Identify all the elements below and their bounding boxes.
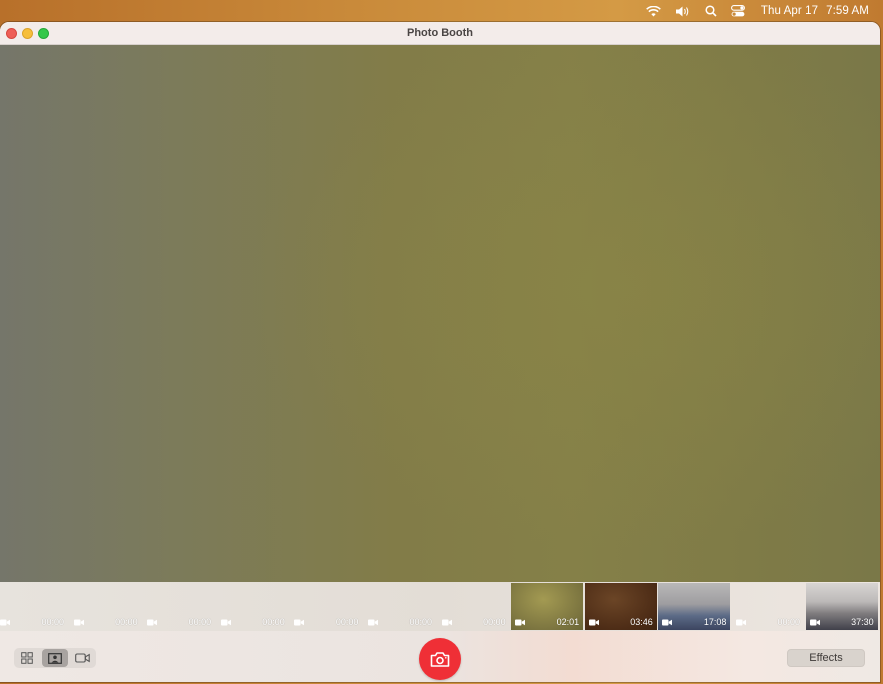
- video-view-button[interactable]: [69, 648, 96, 668]
- thumbnail-duration: 00:00: [115, 617, 138, 627]
- video-icon: [294, 619, 305, 626]
- strip-thumbnail[interactable]: 00:00: [438, 583, 510, 630]
- thumbnail-duration: 17:08: [703, 617, 727, 627]
- strip-thumbnail[interactable]: 00:00: [290, 583, 362, 630]
- video-icon: [809, 619, 820, 626]
- take-photo-button[interactable]: [419, 638, 461, 680]
- photo-view-button[interactable]: [41, 649, 69, 667]
- grid-icon: [21, 652, 34, 664]
- strip-thumbnail[interactable]: 37:30: [805, 583, 878, 630]
- strip-thumbnail[interactable]: 00:00: [364, 583, 436, 630]
- photo-booth-window: Photo Booth 00:00 00:00 00:00 00:00 00:00 00:…: [0, 22, 880, 682]
- menubar-date: Thu Apr 17: [760, 5, 819, 17]
- title-bar: Photo Booth: [0, 22, 880, 45]
- video-icon: [736, 619, 746, 626]
- video-icon: [73, 619, 84, 626]
- effects-button[interactable]: Effects: [787, 649, 865, 667]
- thumbnail-duration: 00:00: [262, 617, 285, 627]
- video-icon: [515, 619, 526, 626]
- video-icon: [368, 619, 378, 626]
- search-icon[interactable]: [705, 0, 717, 22]
- bottom-toolbar: Effects: [0, 631, 880, 682]
- menu-bar: Thu Apr 17 7:59 AM: [0, 0, 883, 22]
- camera-preview: [0, 45, 880, 582]
- strip-thumbnail[interactable]: 00:00: [143, 583, 215, 630]
- thumbnail-duration: 02:01: [556, 617, 580, 627]
- video-icon: [0, 619, 10, 626]
- video-icon: [220, 619, 231, 626]
- video-icon: [662, 619, 673, 626]
- thumbnail-duration: 00:00: [483, 617, 506, 627]
- strip-thumbnail[interactable]: 17:08: [658, 583, 731, 630]
- video-camera-icon: [75, 653, 90, 663]
- video-icon: [588, 619, 599, 626]
- strip-thumbnail[interactable]: 03:46: [584, 583, 657, 630]
- view-mode-control: [14, 648, 96, 668]
- strip-thumbnail[interactable]: 00:00: [217, 583, 289, 630]
- strip-thumbnail[interactable]: 00:00: [732, 583, 804, 630]
- thumbnail-duration: 37:30: [851, 617, 874, 627]
- wifi-icon[interactable]: [645, 0, 661, 22]
- thumbnail-duration: 00:00: [188, 617, 212, 627]
- thumbnail-duration: 00:00: [41, 617, 64, 627]
- grid-view-button[interactable]: [14, 648, 41, 668]
- thumbnail-strip[interactable]: 00:00 00:00 00:00 00:00 00:00 00:00 00:00 02:01…: [0, 582, 880, 631]
- thumbnail-duration: 00:00: [409, 617, 432, 627]
- camera-icon: [430, 651, 450, 667]
- menubar-clock[interactable]: Thu Apr 17 7:59 AM: [761, 5, 869, 17]
- thumbnail-duration: 03:46: [630, 617, 653, 627]
- thumbnail-duration: 00:00: [335, 617, 359, 627]
- volume-icon[interactable]: [675, 0, 691, 22]
- portrait-icon: [48, 652, 62, 664]
- thumbnail-duration: 00:00: [777, 617, 800, 627]
- strip-thumbnail[interactable]: 00:00: [70, 583, 142, 630]
- control-center-icon[interactable]: [730, 0, 745, 22]
- strip-thumbnail[interactable]: 00:00: [0, 583, 68, 630]
- video-icon: [147, 619, 158, 626]
- window-title: Photo Booth: [407, 27, 473, 39]
- menubar-time: 7:59 AM: [826, 5, 869, 17]
- video-icon: [441, 619, 452, 626]
- strip-thumbnail[interactable]: 02:01: [511, 583, 584, 630]
